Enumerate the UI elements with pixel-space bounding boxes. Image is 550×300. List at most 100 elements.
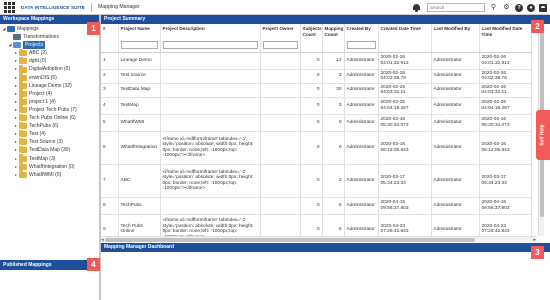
- column-header[interactable]: Last Modified Date Time: [479, 24, 532, 39]
- table-cell: TestData Map: [118, 83, 161, 98]
- table-row[interactable]: 8 TechPubs 0 6 Administrator 2020-04-15 09:56…: [101, 197, 532, 215]
- table-cell: Administrator: [344, 83, 379, 98]
- column-header[interactable]: Last Modified By: [431, 24, 480, 39]
- tree-item-project[interactable]: ▸ Project Tech Pubs (7): [0, 105, 99, 114]
- table-row[interactable]: 1 Lineage Demo 0 12 Administrator 2020-02-26 …: [101, 52, 532, 70]
- column-header[interactable]: Project Name: [118, 24, 161, 39]
- table-cell: 2: [322, 164, 345, 198]
- filter-project-description[interactable]: [162, 41, 258, 50]
- app-launcher-icon[interactable]: [4, 1, 15, 13]
- gear-icon[interactable]: ⚙: [502, 3, 511, 12]
- badge-4: 4: [87, 258, 100, 271]
- table-row[interactable]: 3 TestData Map 0 30 Administrator 2020-02-26 …: [101, 83, 532, 98]
- filter-project-owner[interactable]: [262, 41, 298, 50]
- help-icon[interactable]: ?: [515, 3, 523, 12]
- table-cell: 0: [300, 214, 323, 236]
- folder-icon: [19, 89, 27, 97]
- account-icon[interactable]: [539, 3, 547, 12]
- table-row[interactable]: 6 WhatIfIntegration <iframe id='edfformifr…: [101, 131, 532, 165]
- table-cell: 2020-02-26 04:02:38.79: [479, 69, 532, 84]
- folder-icon: [19, 129, 27, 138]
- tree-item-project[interactable]: ▸ Test (4): [0, 129, 99, 138]
- tree-item-label: TestData Map (30): [29, 147, 71, 154]
- column-header[interactable]: Project Description: [160, 24, 261, 39]
- tree-item-projects[interactable]: ◢ Projects: [0, 41, 99, 50]
- column-header[interactable]: Mapping Count: [322, 24, 345, 39]
- table-cell: 0: [300, 114, 323, 132]
- mappings-tree: ◢ Mappings Transformations ◢ Projects ▸ A…: [0, 24, 99, 179]
- brand-name: DATA INTELLIGENCE SUITE: [21, 4, 85, 10]
- filter-created-by[interactable]: [346, 41, 376, 50]
- table-cell: 3: [322, 97, 345, 115]
- table-cell: 2020-02-26 04:03:32.11: [479, 83, 532, 98]
- tree-item-project[interactable]: ▸ Project (4): [0, 89, 99, 98]
- tree-item-project[interactable]: ▸ dgfd (0): [0, 56, 99, 65]
- tree-item-transformations[interactable]: Transformations: [0, 33, 99, 41]
- tree-item-project[interactable]: ▸ WhatIfWMI (0): [0, 170, 99, 179]
- table-row[interactable]: 5 WhatIfWMI 0 0 Administrator 2020-03-16 05:3…: [101, 114, 532, 132]
- self-help-tab[interactable]: Self Help: [536, 110, 550, 160]
- tree-item-label: Project Tech Pubs (7): [29, 106, 77, 113]
- filter-project-name[interactable]: [120, 41, 158, 50]
- tree-item-label: TechPubs (6): [29, 123, 59, 130]
- tree-root[interactable]: ◢ Mappings: [0, 25, 99, 33]
- table-cell: [260, 97, 301, 115]
- table-cell: [260, 131, 301, 165]
- table-row[interactable]: 2 Test Source 0 3 Administrator 2020-02-26 04…: [101, 69, 532, 84]
- table-cell: 6: [322, 214, 345, 236]
- table-cell: 0: [300, 97, 323, 115]
- table-cell: [260, 114, 301, 132]
- table-cell: 2: [101, 69, 119, 84]
- table-row[interactable]: 7 ABC <iframe id='edfformiframe' tabindex=…: [101, 164, 532, 198]
- table-cell: 2020-03-17 05:34:23.33: [479, 164, 532, 198]
- tree-item-project[interactable]: ▸ DigitalAdoption (0): [0, 65, 99, 73]
- table-cell: 0: [322, 114, 345, 132]
- tree-item-label: DigitalAdoption (0): [29, 66, 71, 73]
- tree-item-label: TestMap (3): [29, 155, 56, 162]
- tree-item-project[interactable]: ▸ Tech Pubs Online (6): [0, 113, 99, 122]
- column-header[interactable]: Project Owner: [260, 24, 301, 39]
- tree-item-project[interactable]: ▸ WhatIfIntegration (0): [0, 162, 99, 171]
- column-header[interactable]: #: [101, 24, 119, 39]
- folder-icon: [19, 65, 27, 73]
- table-cell: Administrator: [431, 97, 480, 115]
- table-header-row: # Project Name Project Description Project …: [101, 24, 532, 39]
- table-cell: Administrator: [344, 164, 379, 198]
- user-icon[interactable]: ●: [527, 3, 535, 12]
- search-icon[interactable]: ⚲: [489, 3, 498, 12]
- table-cell: [260, 164, 301, 198]
- table-cell: Administrator: [431, 52, 480, 70]
- tree-item-project[interactable]: ▸ TestMap (3): [0, 154, 99, 163]
- tree-item-label: Test (4): [29, 131, 46, 138]
- horizontal-scrollbar[interactable]: ◂ ▸: [101, 236, 537, 243]
- bell-icon[interactable]: [412, 3, 421, 12]
- table-cell: 9: [101, 214, 119, 236]
- search-input[interactable]: [427, 3, 485, 12]
- workspace-mappings-title: Workspace Mappings: [0, 15, 99, 24]
- column-header[interactable]: Created Date Time: [378, 24, 432, 39]
- tree-item-project[interactable]: ▸ erwinDIS (5): [0, 73, 99, 82]
- table-row[interactable]: 9 Tech Pubs Online <iframe id='edfformifra…: [101, 214, 532, 236]
- table-cell: [260, 214, 301, 236]
- table-cell: WhatIfIntegration: [118, 131, 161, 165]
- tree-item-project[interactable]: ▸ TechPubs (6): [0, 121, 99, 130]
- scroll-thumb[interactable]: [105, 238, 475, 242]
- table-row[interactable]: 4 TestMap 0 3 Administrator 2020-02-26 04:04:…: [101, 97, 532, 115]
- tree-item-project[interactable]: ▸ Test Source (3): [0, 137, 99, 146]
- column-header[interactable]: Subjects Count: [300, 24, 323, 39]
- tree-item-project[interactable]: ▸ ABC (2): [0, 48, 99, 57]
- folder-icon: [19, 73, 27, 81]
- column-header[interactable]: Created By: [344, 24, 379, 39]
- tree-root-label: Mappings: [17, 26, 39, 32]
- top-bar: DATA INTELLIGENCE SUITE Mapping Manager …: [0, 0, 550, 15]
- table-cell: Administrator: [344, 69, 379, 84]
- folder-icon: [19, 105, 27, 113]
- tree-item-label: ABC (2): [29, 50, 47, 57]
- tree-item-label: project 1 (4): [29, 98, 56, 105]
- tree-item-label: erwinDIS (5): [29, 74, 57, 81]
- badge-2: 2: [531, 20, 544, 33]
- published-mappings-title[interactable]: Published Mappings: [0, 260, 100, 270]
- tree-item-project[interactable]: ▸ Lineage Demo (12): [0, 81, 99, 90]
- tree-item-project[interactable]: ▸ project 1 (4): [0, 97, 99, 106]
- tree-item-project[interactable]: ▸ TestData Map (30): [0, 145, 99, 154]
